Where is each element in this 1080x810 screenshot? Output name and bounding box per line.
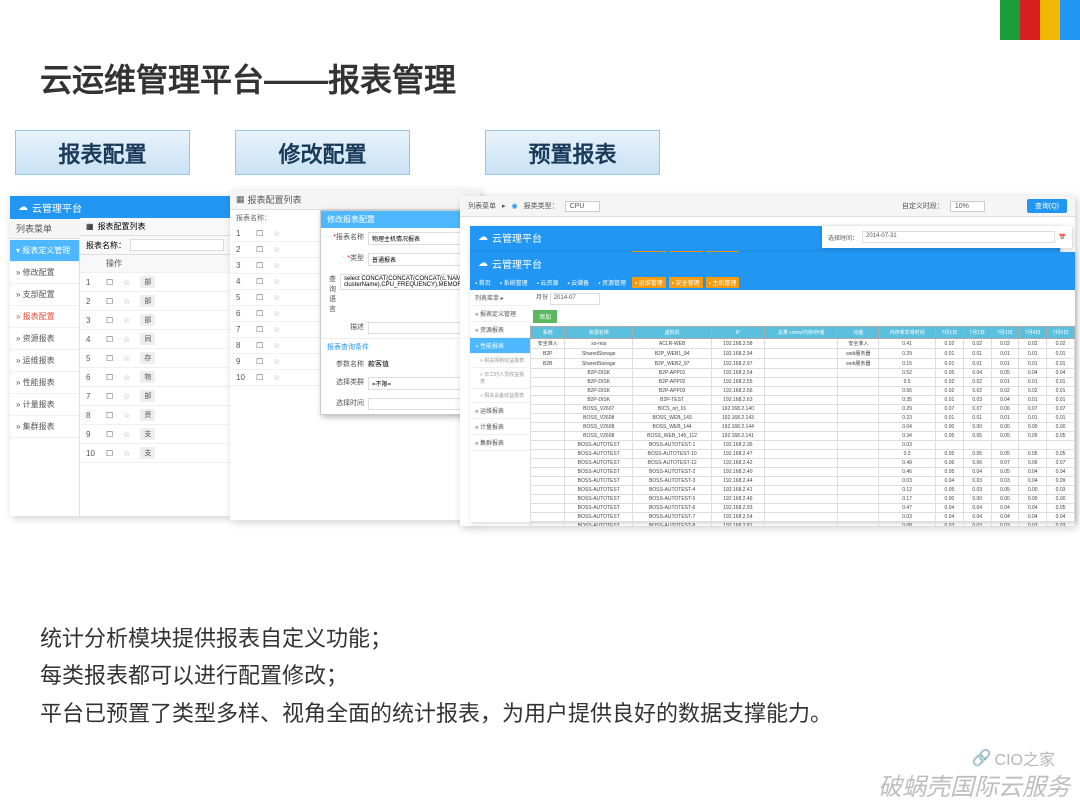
range-select[interactable]: 10% xyxy=(950,201,985,212)
sidebar-item[interactable]: ▾ 报表定义管理 xyxy=(10,240,79,262)
query-button[interactable]: 查询(Q) xyxy=(1027,199,1067,213)
screenshot-report-config: 云管理平台 列表菜单▸ ▾ 报表定义管理» 修改配置» 支部配置» 报表配置» … xyxy=(10,196,230,516)
list-header-2: ▦ 报表配置列表 xyxy=(230,190,480,210)
list-header: ▦ 报表配置列表 xyxy=(80,218,230,236)
tab-row: 报表配置 修改配置 预置报表 xyxy=(15,130,660,175)
watermark-brand: 破蜗壳国际云服务 xyxy=(878,767,1070,802)
slide-title: 云运维管理平台——报表管理 xyxy=(40,55,456,101)
sidebar-item[interactable]: » 支部配置 xyxy=(10,284,79,306)
sidebar-item[interactable]: » 计量报表 xyxy=(10,394,79,416)
type-select[interactable]: CPU xyxy=(565,201,601,212)
sidebar-item[interactable]: » 集群报表 xyxy=(10,416,79,438)
sidebar-item[interactable]: » 资源报表 xyxy=(10,328,79,350)
tab-edit-config: 修改配置 xyxy=(235,130,410,175)
screenshot-preset-report: 列表菜单▸ ◉报类类型： CPU 自定义时段： 10% 查询(Q) 云管理平台 … xyxy=(460,196,1075,526)
query-conditions-section: 报表查询条件 xyxy=(321,338,469,355)
description: 统计分析模块提供报表自定义功能； 每类报表都可以进行配置修改； 平台已预置了类型… xyxy=(40,620,1040,732)
modal-title: 修改报表配置 xyxy=(321,211,469,228)
screenshot-edit-config: ▦ 报表配置列表 报表名称： 1☐☆2☐☆3☐☆4☐☆5☐☆6☐☆7☐☆8☐☆9… xyxy=(230,190,480,520)
sidebar-item[interactable]: » 运维报表 xyxy=(10,350,79,372)
tab-preset-report: 预置报表 xyxy=(485,130,660,175)
app-header: 云管理平台 xyxy=(10,196,230,219)
add-button[interactable]: 添加 xyxy=(533,310,557,323)
filter-row: 报表名称： xyxy=(80,236,230,255)
col-operate: 操作 xyxy=(106,258,122,269)
tab-report-config: 报表配置 xyxy=(15,130,190,175)
sidebar-item[interactable]: » 修改配置 xyxy=(10,262,79,284)
sidebar-item[interactable]: » 性能报表 xyxy=(10,372,79,394)
filter-bar: 列表菜单▸ ◉报类类型： CPU 自定义时段： 10% 查询(Q) xyxy=(460,196,1075,217)
sidebar-item[interactable]: » 报表配置 xyxy=(10,306,79,328)
edit-modal: 修改报表配置 *报表名称物理主机情况报表*类型普通报表查询语言select CO… xyxy=(320,210,470,415)
